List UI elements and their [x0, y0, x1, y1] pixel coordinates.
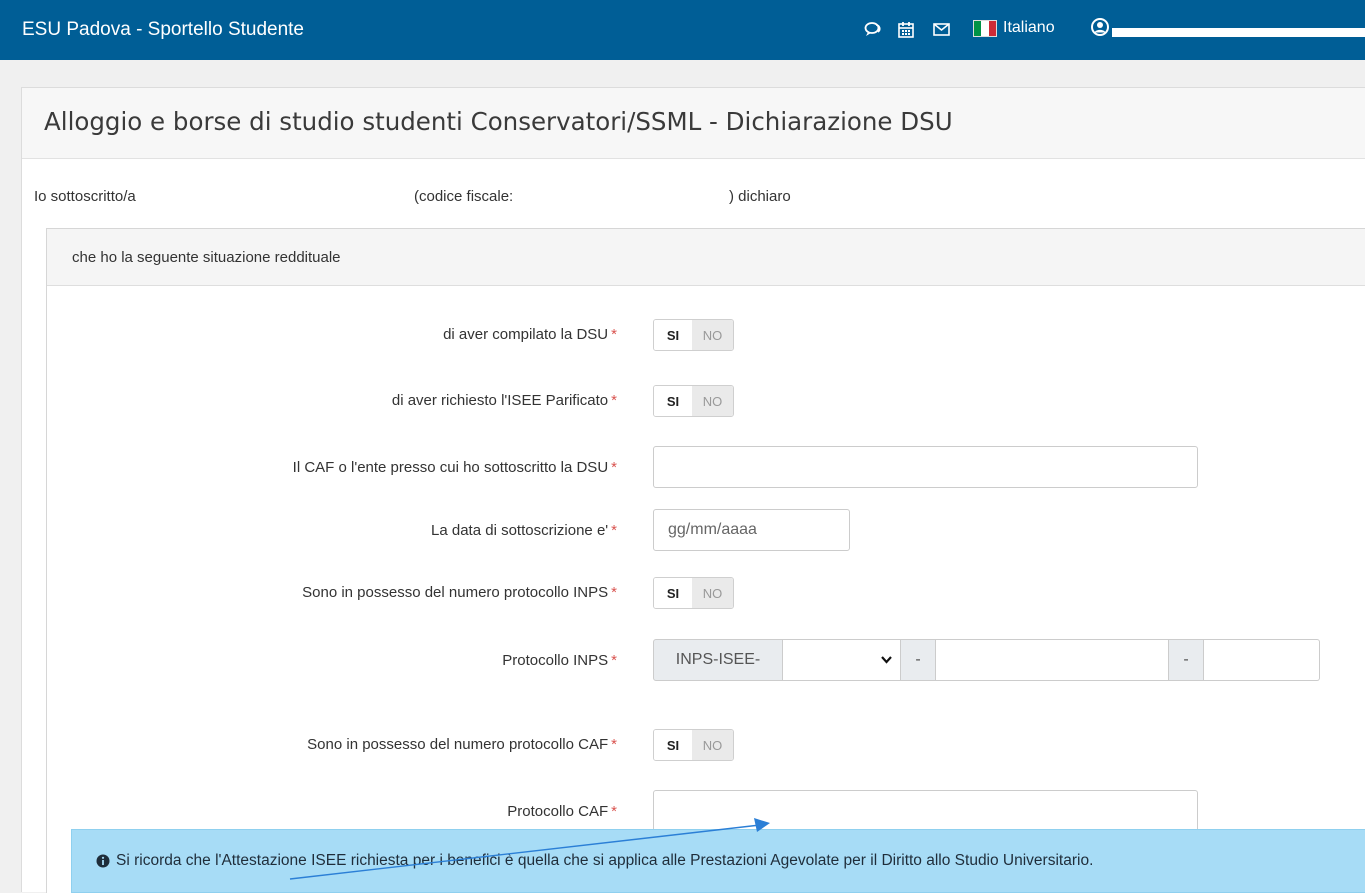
caf-protocol-input[interactable]	[653, 790, 1198, 832]
required-mark: *	[611, 584, 617, 601]
toggle-yes[interactable]: SI	[654, 320, 692, 350]
inps-protocol-number-input[interactable]	[936, 639, 1169, 681]
top-navbar: ESU Padova - Sportello Studente Italiano	[0, 0, 1365, 60]
language-selector[interactable]: Italiano	[973, 19, 1055, 37]
declaration-dichiaro-label: ) dichiaro	[729, 188, 791, 205]
required-mark: *	[611, 392, 617, 409]
inps-isee-prefix: INPS-ISEE-	[653, 639, 783, 681]
declaration-fiscal-code-label: (codice fiscale:	[414, 188, 514, 205]
toggle-yes[interactable]: SI	[654, 730, 692, 760]
card-header: Alloggio e borse di studio studenti Cons…	[22, 88, 1365, 159]
envelope-icon[interactable]	[930, 18, 952, 40]
page-title: Alloggio e borse di studio studenti Cons…	[44, 107, 953, 136]
toggle-no[interactable]: NO	[692, 386, 733, 416]
dsu-compiled-toggle[interactable]: SI NO	[653, 319, 734, 351]
income-section-title: che ho la seguente situazione reddituale	[72, 249, 341, 266]
inps-protocol-year-select[interactable]	[783, 639, 901, 681]
info-alert-text: Si ricorda che l'Attestazione ISEE richi…	[96, 852, 1093, 870]
required-mark: *	[611, 736, 617, 753]
main-card: Alloggio e borse di studio studenti Cons…	[21, 87, 1365, 893]
inps-protocol-label: Protocollo INPS *	[502, 652, 617, 669]
toggle-no[interactable]: NO	[692, 578, 733, 608]
caf-protocol-possession-toggle[interactable]: SI NO	[653, 729, 734, 761]
chevron-down-icon	[881, 656, 892, 664]
comments-icon[interactable]	[862, 18, 884, 40]
info-circle-icon	[96, 854, 110, 868]
protocol-separator: -	[901, 639, 936, 681]
subscription-date-label: La data di sottoscrizione e' *	[431, 522, 617, 539]
required-mark: *	[611, 803, 617, 820]
calendar-icon[interactable]	[895, 18, 917, 40]
inps-protocol-suffix-input[interactable]	[1204, 639, 1320, 681]
dsu-compiled-label: di aver compilato la DSU *	[443, 326, 617, 343]
required-mark: *	[611, 652, 617, 669]
inps-protocol-possession-label: Sono in possesso del numero protocollo I…	[302, 584, 617, 601]
isee-parificato-label: di aver richiesto l'ISEE Parificato *	[391, 392, 617, 409]
italy-flag-icon	[973, 19, 997, 37]
caf-protocol-label: Protocollo CAF *	[507, 803, 617, 820]
user-name-redacted[interactable]	[1112, 28, 1365, 37]
income-section-header: che ho la seguente situazione reddituale	[47, 229, 1365, 286]
protocol-separator: -	[1169, 639, 1204, 681]
isee-parificato-toggle[interactable]: SI NO	[653, 385, 734, 417]
subscription-date-input[interactable]	[653, 509, 850, 551]
required-mark: *	[611, 522, 617, 539]
language-label: Italiano	[1003, 19, 1055, 36]
user-icon[interactable]	[1090, 17, 1110, 42]
toggle-no[interactable]: NO	[692, 730, 733, 760]
income-section: che ho la seguente situazione reddituale…	[46, 228, 1365, 893]
caf-ente-label: Il CAF o l'ente presso cui ho sottoscrit…	[292, 459, 617, 476]
inps-protocol-possession-toggle[interactable]: SI NO	[653, 577, 734, 609]
brand-title[interactable]: ESU Padova - Sportello Studente	[22, 19, 304, 41]
inps-protocol-group: INPS-ISEE- - -	[653, 639, 1320, 681]
toggle-yes[interactable]: SI	[654, 386, 692, 416]
declaration-name-label: Io sottoscritto/a	[34, 188, 136, 205]
required-mark: *	[611, 459, 617, 476]
info-alert: Si ricorda che l'Attestazione ISEE richi…	[71, 829, 1365, 893]
toggle-no[interactable]: NO	[692, 320, 733, 350]
caf-protocol-possession-label: Sono in possesso del numero protocollo C…	[307, 736, 617, 753]
toggle-yes[interactable]: SI	[654, 578, 692, 608]
caf-ente-input[interactable]	[653, 446, 1198, 488]
required-mark: *	[611, 326, 617, 343]
